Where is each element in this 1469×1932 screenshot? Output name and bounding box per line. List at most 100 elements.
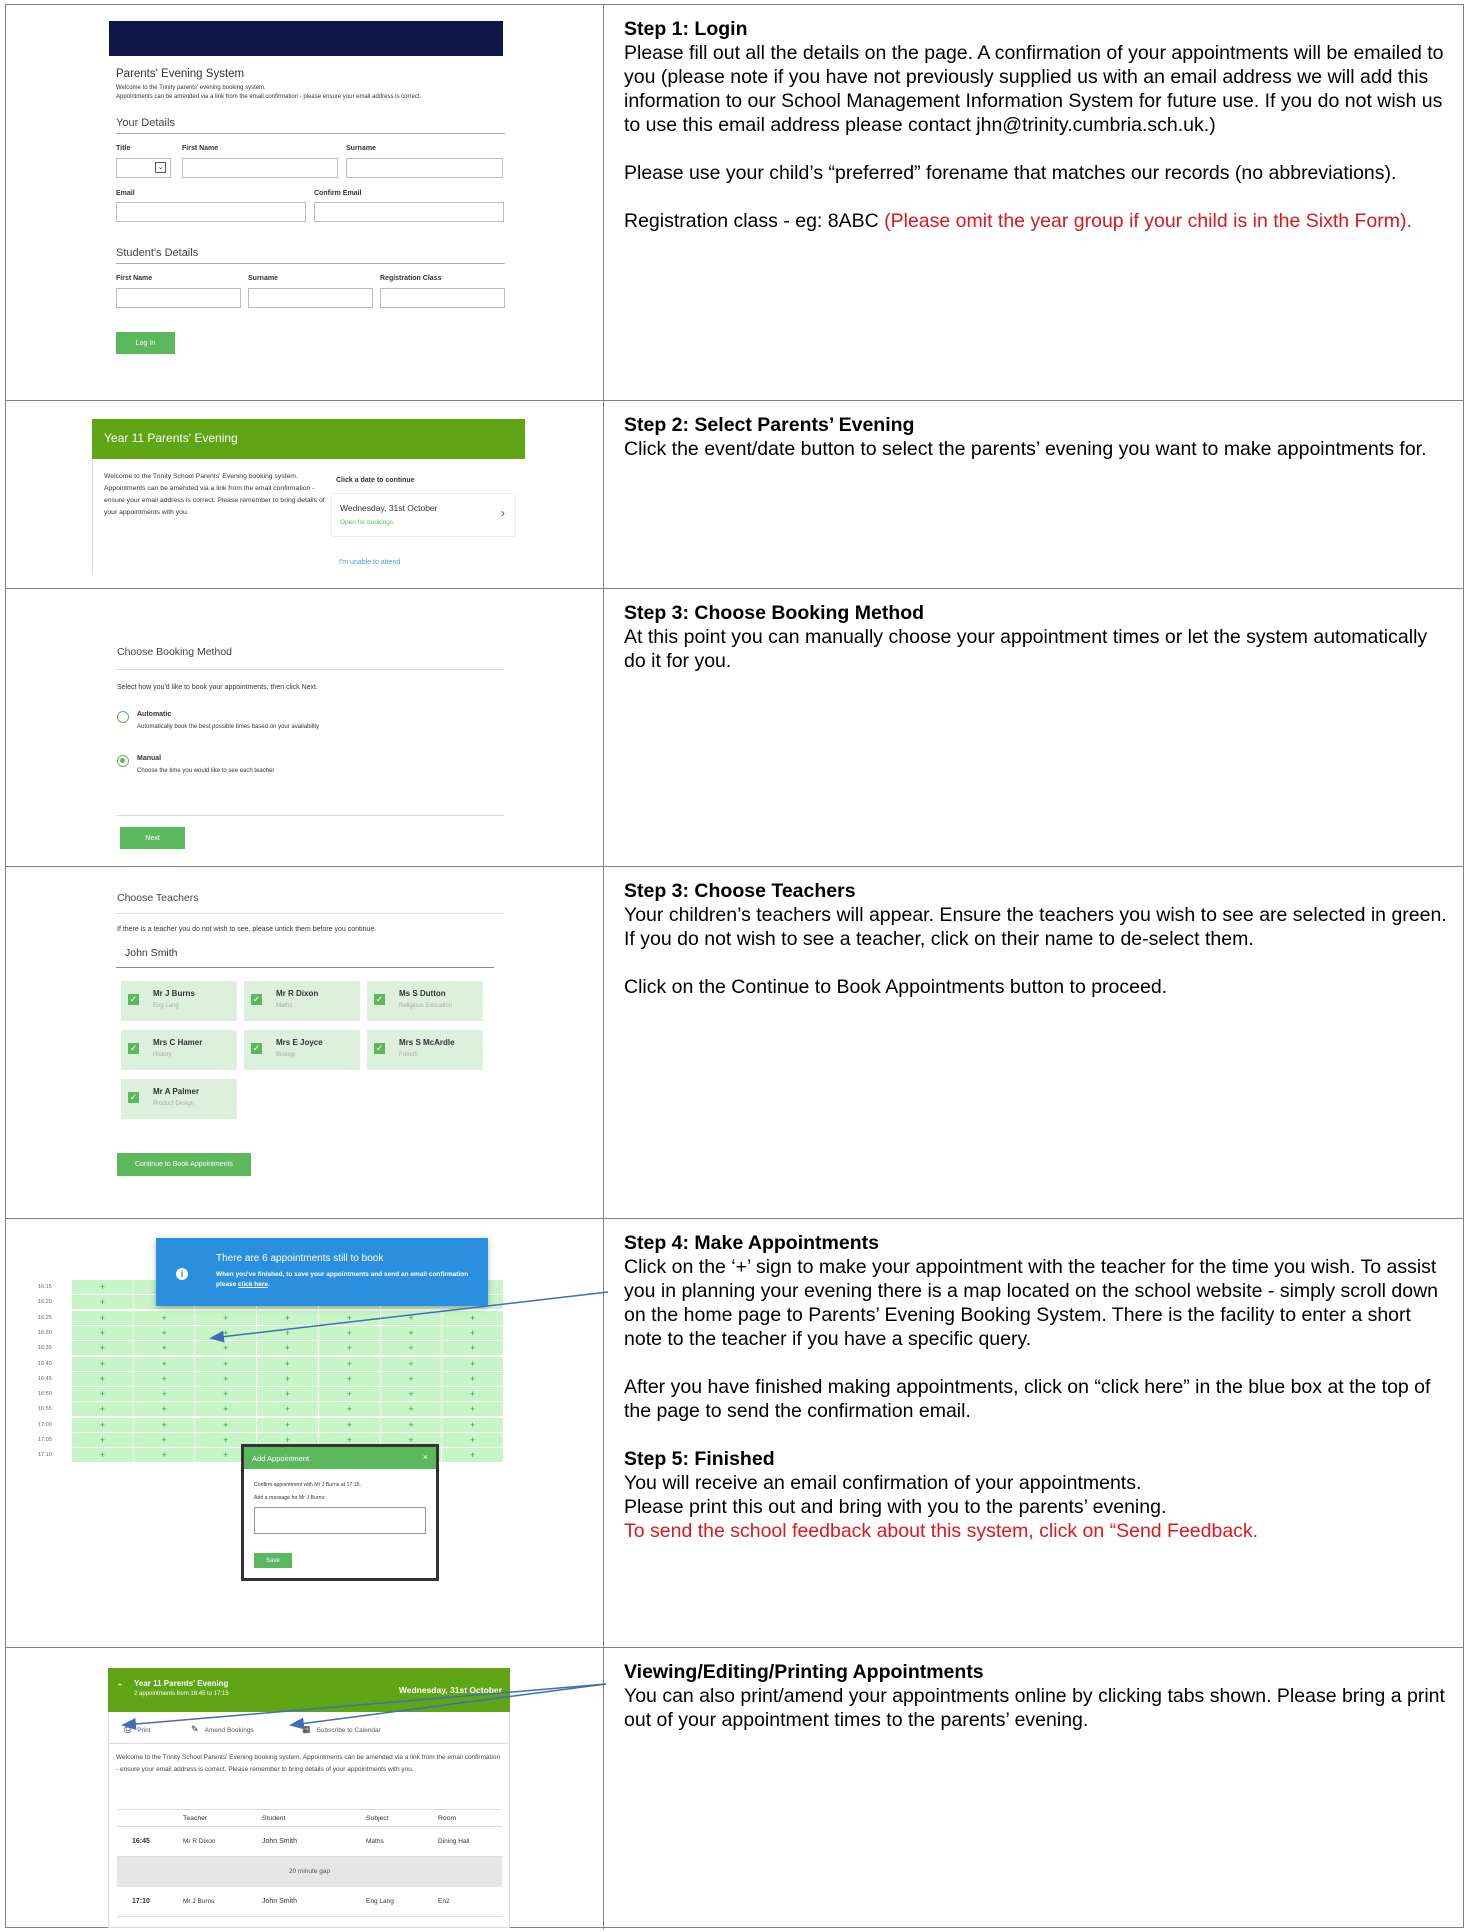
save-button[interactable]: Save bbox=[254, 1553, 292, 1568]
add-slot-button[interactable]: + bbox=[442, 1433, 505, 1447]
add-slot-button[interactable]: + bbox=[380, 1371, 443, 1386]
teacher-card[interactable]: ✓ Mr R Dixon Maths bbox=[244, 981, 360, 1021]
add-slot-button[interactable]: + bbox=[195, 1310, 258, 1325]
print-tab[interactable]: ⎙ Print bbox=[124, 1724, 151, 1735]
add-slot-button[interactable]: + bbox=[133, 1387, 196, 1402]
add-slot-button[interactable]: + bbox=[257, 1402, 319, 1417]
add-slot-button[interactable]: + bbox=[380, 1356, 443, 1371]
add-slot-button[interactable]: + bbox=[72, 1417, 134, 1432]
add-slot-button[interactable]: + bbox=[318, 1387, 381, 1402]
add-slot-button[interactable]: + bbox=[195, 1341, 258, 1356]
add-slot-button[interactable]: + bbox=[257, 1371, 319, 1386]
teacher-card[interactable]: ✓ Mrs S McArdle French bbox=[367, 1030, 483, 1070]
first-name-input[interactable] bbox=[182, 158, 338, 178]
add-slot-button[interactable]: + bbox=[72, 1433, 134, 1447]
add-slot-button[interactable]: + bbox=[72, 1387, 134, 1402]
teacher-card[interactable]: ✓ Mrs E Joyce Biology bbox=[244, 1030, 360, 1070]
checkbox-checked-icon[interactable]: ✓ bbox=[374, 994, 385, 1005]
add-slot-button[interactable]: + bbox=[318, 1341, 381, 1356]
checkbox-checked-icon[interactable]: ✓ bbox=[128, 994, 139, 1005]
add-slot-button[interactable]: + bbox=[257, 1341, 319, 1356]
add-slot-button[interactable]: + bbox=[257, 1417, 319, 1432]
add-slot-button[interactable]: + bbox=[133, 1371, 196, 1386]
add-slot-button[interactable]: + bbox=[195, 1356, 258, 1371]
teacher-card[interactable]: ✓ Mrs C Hamer History bbox=[121, 1030, 237, 1070]
add-slot-button[interactable]: + bbox=[72, 1448, 134, 1463]
close-icon[interactable]: × bbox=[423, 1452, 428, 1462]
registration-class-input[interactable] bbox=[380, 288, 505, 308]
add-slot-button[interactable]: + bbox=[257, 1310, 319, 1325]
add-slot-button[interactable]: + bbox=[442, 1387, 505, 1402]
date-button[interactable]: Wednesday, 31st October Open for booking… bbox=[331, 493, 516, 537]
add-slot-button[interactable]: + bbox=[442, 1356, 505, 1371]
add-slot-button[interactable]: + bbox=[318, 1356, 381, 1371]
student-first-name-input[interactable] bbox=[116, 288, 241, 308]
add-slot-button[interactable]: + bbox=[133, 1448, 196, 1463]
subscribe-calendar-tab[interactable]: ▦ Subscribe to Calendar bbox=[302, 1724, 381, 1735]
teacher-card[interactable]: ✓ Mr J Burns Eng Lang bbox=[121, 981, 237, 1021]
add-slot-button[interactable]: + bbox=[133, 1402, 196, 1417]
add-slot-button[interactable]: + bbox=[72, 1295, 134, 1310]
add-slot-button[interactable]: + bbox=[257, 1387, 319, 1402]
add-slot-button[interactable]: + bbox=[380, 1402, 443, 1417]
teacher-card[interactable]: ✓ Mr A Palmer Product Design bbox=[121, 1079, 237, 1119]
message-textarea[interactable] bbox=[254, 1507, 426, 1534]
title-select[interactable]: ⌄ bbox=[116, 158, 171, 178]
add-slot-button[interactable]: + bbox=[318, 1402, 381, 1417]
add-slot-button[interactable]: + bbox=[72, 1280, 134, 1294]
add-slot-button[interactable]: + bbox=[442, 1325, 505, 1340]
checkbox-checked-icon[interactable]: ✓ bbox=[374, 1043, 385, 1054]
add-slot-button[interactable]: + bbox=[442, 1341, 505, 1356]
add-slot-button[interactable]: + bbox=[380, 1325, 443, 1340]
add-slot-button[interactable]: + bbox=[442, 1448, 505, 1463]
add-slot-button[interactable]: + bbox=[72, 1310, 134, 1325]
unable-to-attend-link[interactable]: I'm unable to attend bbox=[339, 559, 400, 566]
login-button[interactable]: Log In bbox=[116, 332, 175, 354]
add-slot-button[interactable]: + bbox=[72, 1371, 134, 1386]
add-slot-button[interactable]: + bbox=[318, 1371, 381, 1386]
teacher-card[interactable]: ✓ Ms S Dutton Religious Education bbox=[367, 981, 483, 1021]
add-slot-button[interactable]: + bbox=[257, 1325, 319, 1340]
add-slot-button[interactable]: + bbox=[72, 1402, 134, 1417]
continue-button[interactable]: Continue to Book Appointments bbox=[117, 1153, 251, 1176]
add-slot-button[interactable]: + bbox=[72, 1325, 134, 1340]
surname-input[interactable] bbox=[346, 158, 503, 178]
add-slot-button[interactable]: + bbox=[133, 1325, 196, 1340]
checkbox-checked-icon[interactable]: ✓ bbox=[128, 1092, 139, 1103]
manual-radio[interactable] bbox=[117, 755, 129, 767]
add-slot-button[interactable]: + bbox=[72, 1341, 134, 1356]
next-button[interactable]: Next bbox=[120, 827, 185, 849]
add-slot-button[interactable]: + bbox=[380, 1310, 443, 1325]
click-here-link[interactable]: click here bbox=[238, 1281, 268, 1288]
add-slot-button[interactable]: + bbox=[318, 1310, 381, 1325]
confirm-email-input[interactable] bbox=[314, 202, 504, 222]
add-slot-button[interactable]: + bbox=[195, 1387, 258, 1402]
add-slot-button[interactable]: + bbox=[133, 1356, 196, 1371]
automatic-radio[interactable] bbox=[117, 711, 129, 723]
add-slot-button[interactable]: + bbox=[133, 1341, 196, 1356]
email-input[interactable] bbox=[116, 202, 306, 222]
checkbox-checked-icon[interactable]: ✓ bbox=[128, 1043, 139, 1054]
add-slot-button[interactable]: + bbox=[380, 1387, 443, 1402]
checkbox-checked-icon[interactable]: ✓ bbox=[251, 1043, 262, 1054]
add-slot-button[interactable]: + bbox=[442, 1310, 505, 1325]
add-slot-button[interactable]: + bbox=[442, 1417, 505, 1432]
student-surname-input[interactable] bbox=[248, 288, 373, 308]
add-slot-button[interactable]: + bbox=[380, 1341, 443, 1356]
add-slot-button[interactable]: + bbox=[318, 1325, 381, 1340]
chevron-up-icon[interactable]: ⌃ bbox=[116, 1682, 124, 1693]
add-slot-button[interactable]: + bbox=[257, 1356, 319, 1371]
add-slot-button[interactable]: + bbox=[442, 1371, 505, 1386]
add-slot-button[interactable]: + bbox=[195, 1371, 258, 1386]
add-slot-button[interactable]: + bbox=[133, 1417, 196, 1432]
add-slot-button[interactable]: + bbox=[380, 1417, 443, 1432]
add-slot-button[interactable]: + bbox=[72, 1356, 134, 1371]
amend-bookings-tab[interactable]: ✎ Amend Bookings bbox=[191, 1724, 254, 1735]
add-slot-button[interactable]: + bbox=[195, 1417, 258, 1432]
add-slot-button[interactable]: + bbox=[442, 1402, 505, 1417]
checkbox-checked-icon[interactable]: ✓ bbox=[251, 994, 262, 1005]
add-slot-button[interactable]: + bbox=[318, 1417, 381, 1432]
add-slot-button[interactable]: + bbox=[195, 1325, 258, 1340]
add-slot-button[interactable]: + bbox=[133, 1433, 196, 1447]
add-slot-button[interactable]: + bbox=[195, 1402, 258, 1417]
